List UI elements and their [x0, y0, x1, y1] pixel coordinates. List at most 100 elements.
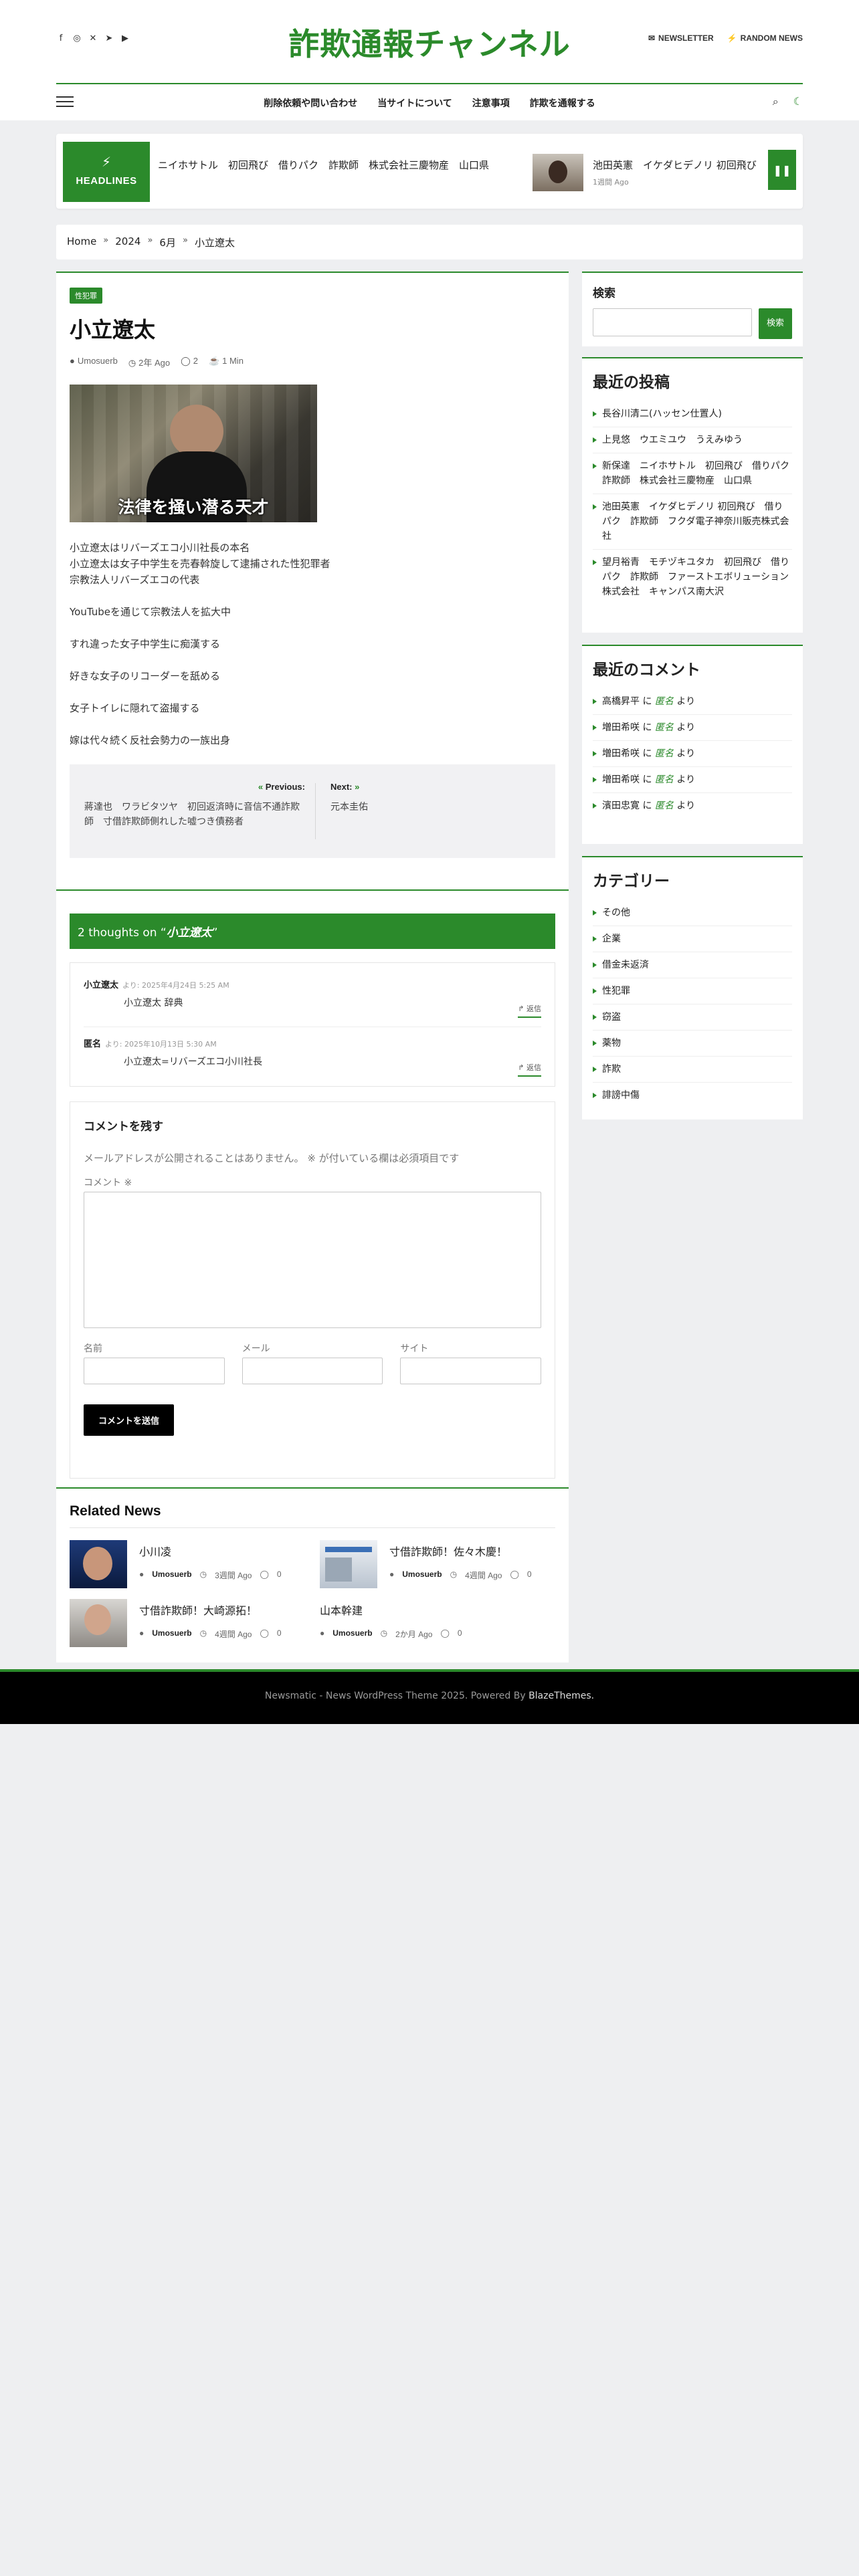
reply-button[interactable]: ↱ 返信	[518, 1003, 541, 1018]
reply-label: 返信	[527, 1004, 541, 1013]
coffee-icon: ☕	[208, 356, 220, 366]
recent-comment-item: 増田希咲 に 匿名 より	[593, 715, 792, 741]
related-thumbnail[interactable]	[70, 1599, 127, 1647]
ticker-item[interactable]: ニイホサトル 初回飛び 借りパク 詐欺師 株式会社三慶物産 山口県	[158, 158, 489, 172]
category-item[interactable]: 窃盗	[593, 1004, 792, 1031]
reply-button[interactable]: ↱ 返信	[518, 1062, 541, 1077]
email-field-group: メール	[242, 1341, 383, 1384]
related-author[interactable]: Umosuerb	[402, 1570, 442, 1581]
comment-author-link[interactable]: 匿名	[655, 722, 674, 733]
comment-date[interactable]: より: 2025年10月13日 5:30 AM	[105, 1040, 217, 1049]
dark-mode-toggle-icon[interactable]: ☾	[793, 95, 803, 108]
ticker-pause-button[interactable]: ❚❚	[768, 150, 796, 190]
post-content: 小立遼太はリバーズエコ小川社長の本名 小立遼太は女子中学生を売春斡旋して逮捕され…	[70, 540, 555, 748]
category-item[interactable]: 詐欺	[593, 1057, 792, 1083]
comment-author-row: 小立遼太 より: 2025年4月24日 5:25 AM	[84, 978, 541, 990]
nav-item-notice[interactable]: 注意事項	[472, 96, 510, 110]
recent-post-item[interactable]: 上見悠 ウエミユウ うえみゆう	[593, 427, 792, 453]
comment-post-link[interactable]: 濱田忠寛	[602, 800, 640, 811]
nav-item-about[interactable]: 当サイトについて	[377, 96, 452, 110]
website-field-group: サイト	[400, 1341, 542, 1384]
reply-icon: ↱	[518, 1004, 524, 1013]
category-item[interactable]: 企業	[593, 926, 792, 952]
breadcrumb-year[interactable]: 2024	[115, 235, 140, 249]
comment-author-link[interactable]: 匿名	[655, 774, 674, 785]
search-button[interactable]: 検索	[759, 308, 792, 339]
category-item[interactable]: 誹謗中傷	[593, 1083, 792, 1108]
post-author[interactable]: ● Umosuerb	[70, 356, 118, 368]
comment-text: 小立遼太=リバーズエコ小川社長	[124, 1057, 263, 1067]
clock-icon: ◷	[128, 358, 136, 368]
text-line: 宗教法人リバーズエコの代表	[70, 574, 200, 586]
comment-post-link[interactable]: 高橋昇平	[602, 696, 640, 707]
related-title[interactable]: 寸借詐欺師！大崎源拓！	[139, 1602, 257, 1618]
category-badge[interactable]: 性犯罪	[70, 288, 102, 304]
search-icon[interactable]: ⌕	[773, 95, 779, 108]
ticker-thumbnail[interactable]	[533, 154, 583, 191]
comment-author-link[interactable]: 匿名	[655, 800, 674, 811]
comment-author-link[interactable]: 匿名	[655, 696, 674, 707]
random-news-link[interactable]: ⚡ RANDOM NEWS	[727, 33, 803, 43]
post-comment-count[interactable]: ◯ 2	[181, 356, 198, 368]
double-chevron-right-icon: »	[355, 782, 360, 792]
comment-post-link[interactable]: 増田希咲	[602, 748, 640, 759]
comment-date[interactable]: より: 2025年4月24日 5:25 AM	[122, 981, 229, 990]
submit-comment-button[interactable]: コメントを送信	[84, 1404, 175, 1436]
comment-suffix: より	[673, 800, 696, 811]
category-item[interactable]: 借金未返済	[593, 952, 792, 978]
next-post-link[interactable]: Next: » 元本圭佑	[330, 782, 551, 815]
recent-comment-item: 濱田忠寛 に 匿名 より	[593, 793, 792, 819]
related-comments[interactable]: 0	[527, 1570, 532, 1581]
clock-icon: ◷	[199, 1628, 207, 1638]
related-author[interactable]: Umosuerb	[152, 1570, 191, 1581]
comment-post-link[interactable]: 増田希咲	[602, 774, 640, 785]
related-title[interactable]: 山本幹建	[320, 1602, 363, 1618]
search-input[interactable]	[593, 308, 752, 336]
newsletter-link[interactable]: ✉ NEWSLETTER	[648, 33, 714, 43]
related-date[interactable]: 3週間 Ago	[215, 1570, 252, 1581]
nav-item-contact[interactable]: 削除依頼や問い合わせ	[264, 96, 357, 110]
related-author[interactable]: Umosuerb	[152, 1628, 191, 1640]
breadcrumb-home[interactable]: Home	[67, 235, 96, 249]
footer-brand-link[interactable]: BlazeThemes.	[529, 1691, 594, 1701]
comment-textarea[interactable]	[84, 1192, 541, 1328]
website-input[interactable]	[400, 1358, 542, 1384]
comment-post-link[interactable]: 増田希咲	[602, 722, 640, 733]
previous-post-link[interactable]: « Previous: 蔣達也 ワラビタツヤ 初回返済時に音信不通詐欺師 寸借詐…	[84, 782, 305, 829]
category-item[interactable]: 薬物	[593, 1031, 792, 1057]
clock-icon: ◷	[450, 1570, 458, 1579]
related-comments[interactable]: 0	[458, 1628, 462, 1640]
comment-icon: ◯	[260, 1570, 269, 1579]
nav-item-report[interactable]: 詐欺を通報する	[530, 96, 595, 110]
comment-connector: に	[640, 774, 655, 785]
recent-post-item[interactable]: 新保達 ニイホサトル 初回飛び 借りパク 詐欺師 株式会社三慶物産 山口県	[593, 453, 799, 494]
next-post-title: 元本圭佑	[330, 802, 368, 813]
comments-heading: 2 thoughts on “小立遼太”	[70, 914, 555, 949]
comment-author-link[interactable]: 匿名	[655, 748, 674, 759]
related-thumbnail[interactable]	[320, 1540, 377, 1588]
related-title[interactable]: 小川凌	[139, 1543, 171, 1559]
related-date[interactable]: 2か月 Ago	[395, 1628, 432, 1640]
breadcrumb-month[interactable]: 6月	[159, 235, 176, 249]
related-author[interactable]: Umosuerb	[332, 1628, 372, 1640]
related-title[interactable]: 寸借詐欺師！佐々木慶！	[389, 1543, 507, 1559]
category-item[interactable]: その他	[593, 900, 792, 926]
related-comments[interactable]: 0	[277, 1570, 282, 1581]
comment-suffix: より	[673, 774, 696, 785]
search-button-label: 検索	[767, 318, 785, 328]
related-thumbnail[interactable]	[70, 1540, 127, 1588]
name-input[interactable]	[84, 1358, 225, 1384]
email-input[interactable]	[242, 1358, 383, 1384]
comment-suffix: より	[673, 722, 696, 733]
related-date[interactable]: 4週間 Ago	[465, 1570, 502, 1581]
recent-post-item[interactable]: 長谷川清二(ハッセン仕置人)	[593, 401, 792, 427]
recent-post-item[interactable]: 望月裕青 モチヅキユタカ 初回飛び 借りパク 詐欺師 ファーストエボリューション…	[593, 550, 792, 605]
related-date[interactable]: 4週間 Ago	[215, 1628, 252, 1640]
recent-post-item[interactable]: 池田英憲 イケダヒデノリ 初回飛び 借りパク 詐欺師 フクダ電子神奈川販売株式会…	[593, 494, 792, 550]
main-nav: 削除依頼や問い合わせ 当サイトについて 注意事項 詐欺を通報する ⌕ ☾	[56, 83, 803, 120]
clock-icon: ◷	[199, 1570, 207, 1579]
category-item[interactable]: 性犯罪	[593, 978, 792, 1004]
recent-comment-item: 増田希咲 に 匿名 より	[593, 767, 792, 793]
post-date[interactable]: ◷ 2年 Ago	[128, 356, 170, 368]
ticker-item[interactable]: 池田英憲 イケダヒデノリ 初回飛び	[593, 158, 757, 172]
